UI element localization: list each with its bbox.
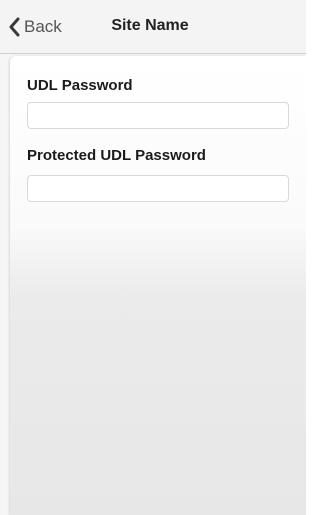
page-title-text: Site Name (111, 17, 189, 34)
navigation-bar: Back Site Name (0, 0, 306, 54)
form-panel: UDL Password Protected UDL Password (10, 56, 306, 515)
udl-password-field[interactable] (27, 102, 289, 129)
page-title: Site Name (0, 17, 306, 35)
screen: Back Site Name UDL Password Protected UD… (0, 0, 306, 515)
protected-udl-password-field[interactable] (27, 175, 289, 202)
protected-udl-password-label: Protected UDL Password (27, 147, 206, 164)
udl-password-label: UDL Password (27, 77, 133, 94)
